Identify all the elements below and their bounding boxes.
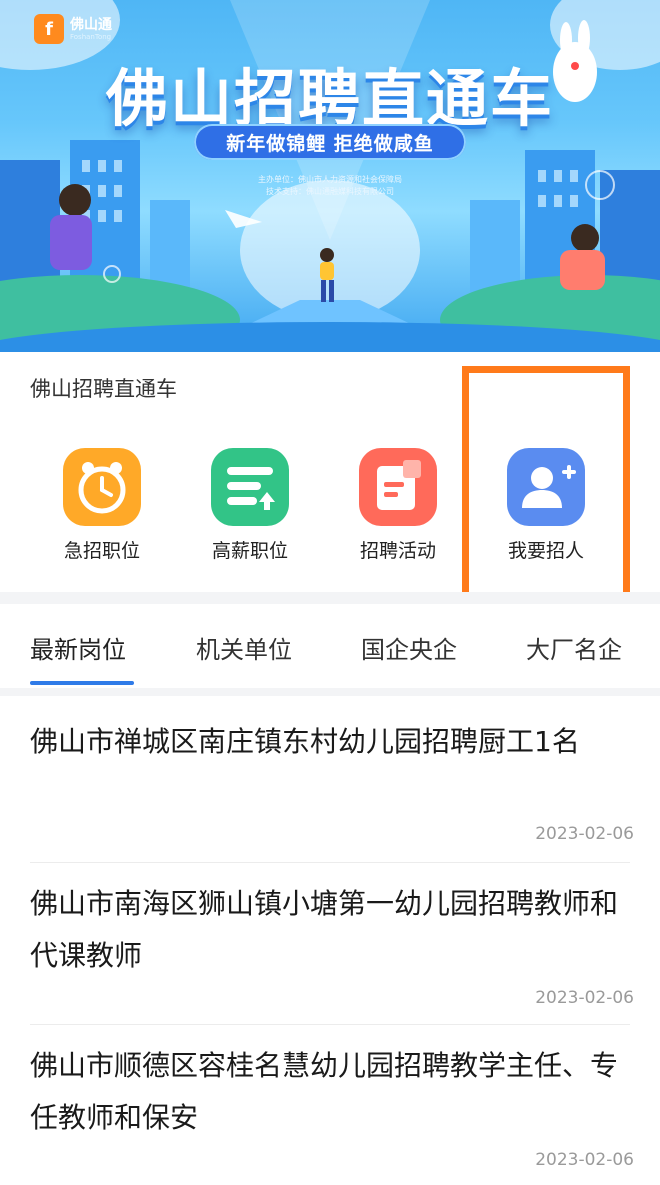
tab-latest-jobs[interactable]: 最新岗位	[30, 630, 126, 665]
job-list-item[interactable]: 佛山市顺德区容桂名慧幼儿园招聘教学主任、专任教师和保安 2023-02-06	[30, 1040, 634, 1180]
tab-state-enterprises[interactable]: 国企央企	[361, 630, 457, 665]
job-title: 佛山市南海区狮山镇小塘第一幼儿园招聘教师和代课教师	[30, 887, 619, 972]
job-title: 佛山市禅城区南庄镇东村幼儿园招聘厨工1名	[30, 725, 580, 758]
banner-slogan: 新年做锦鲤 拒绝做咸鱼	[194, 124, 466, 160]
document-icon	[359, 448, 437, 526]
shortcut-recruit-events[interactable]: 招聘活动	[328, 448, 468, 563]
tab-big-companies[interactable]: 大厂名企	[526, 630, 622, 665]
job-date: 2023-02-06	[535, 988, 634, 1008]
brand-icon: f	[34, 14, 64, 44]
alarm-clock-icon	[63, 448, 141, 526]
active-tab-indicator	[30, 681, 134, 685]
shortcut-label: 高薪职位	[211, 540, 288, 562]
job-date: 2023-02-06	[535, 1150, 634, 1170]
job-list-item[interactable]: 佛山市南海区狮山镇小塘第一幼儿园招聘教师和代课教师 2023-02-06	[30, 878, 634, 1018]
brand-name-en: FoshanTong	[70, 32, 112, 41]
tabs-divider	[0, 688, 660, 696]
highlight-box	[462, 366, 630, 600]
section-divider	[0, 592, 660, 604]
job-date: 2023-02-06	[535, 824, 634, 844]
salary-list-icon	[211, 448, 289, 526]
shortcut-high-salary[interactable]: 高薪职位	[180, 448, 320, 563]
sponsor-organizer: 主办单位：佛山市人力资源和社会保障局	[258, 175, 402, 184]
list-divider	[30, 862, 630, 863]
shortcut-label: 招聘活动	[359, 540, 436, 562]
category-tabs: 最新岗位 机关单位 国企央企 大厂名企	[0, 604, 660, 688]
brand-name: 佛山通	[70, 16, 112, 33]
hero-banner[interactable]: f 佛山通 FoshanTong 佛山招聘直通车 新年做锦鲤 拒绝做咸鱼 主办单…	[0, 0, 660, 352]
list-divider	[30, 1024, 630, 1025]
job-title: 佛山市顺德区容桂名慧幼儿园招聘教学主任、专任教师和保安	[30, 1049, 619, 1134]
sponsor-tech-support: 技术支持：佛山通融媒科技有限公司	[266, 187, 394, 196]
shortcut-label: 急招职位	[63, 540, 140, 562]
brand-logo: f 佛山通 FoshanTong	[34, 12, 112, 46]
shortcut-urgent-jobs[interactable]: 急招职位	[32, 448, 172, 563]
job-list-item[interactable]: 佛山市禅城区南庄镇东村幼儿园招聘厨工1名 2023-02-06	[30, 716, 634, 856]
tab-government-units[interactable]: 机关单位	[196, 630, 292, 665]
section-title: 佛山招聘直通车	[30, 377, 177, 401]
